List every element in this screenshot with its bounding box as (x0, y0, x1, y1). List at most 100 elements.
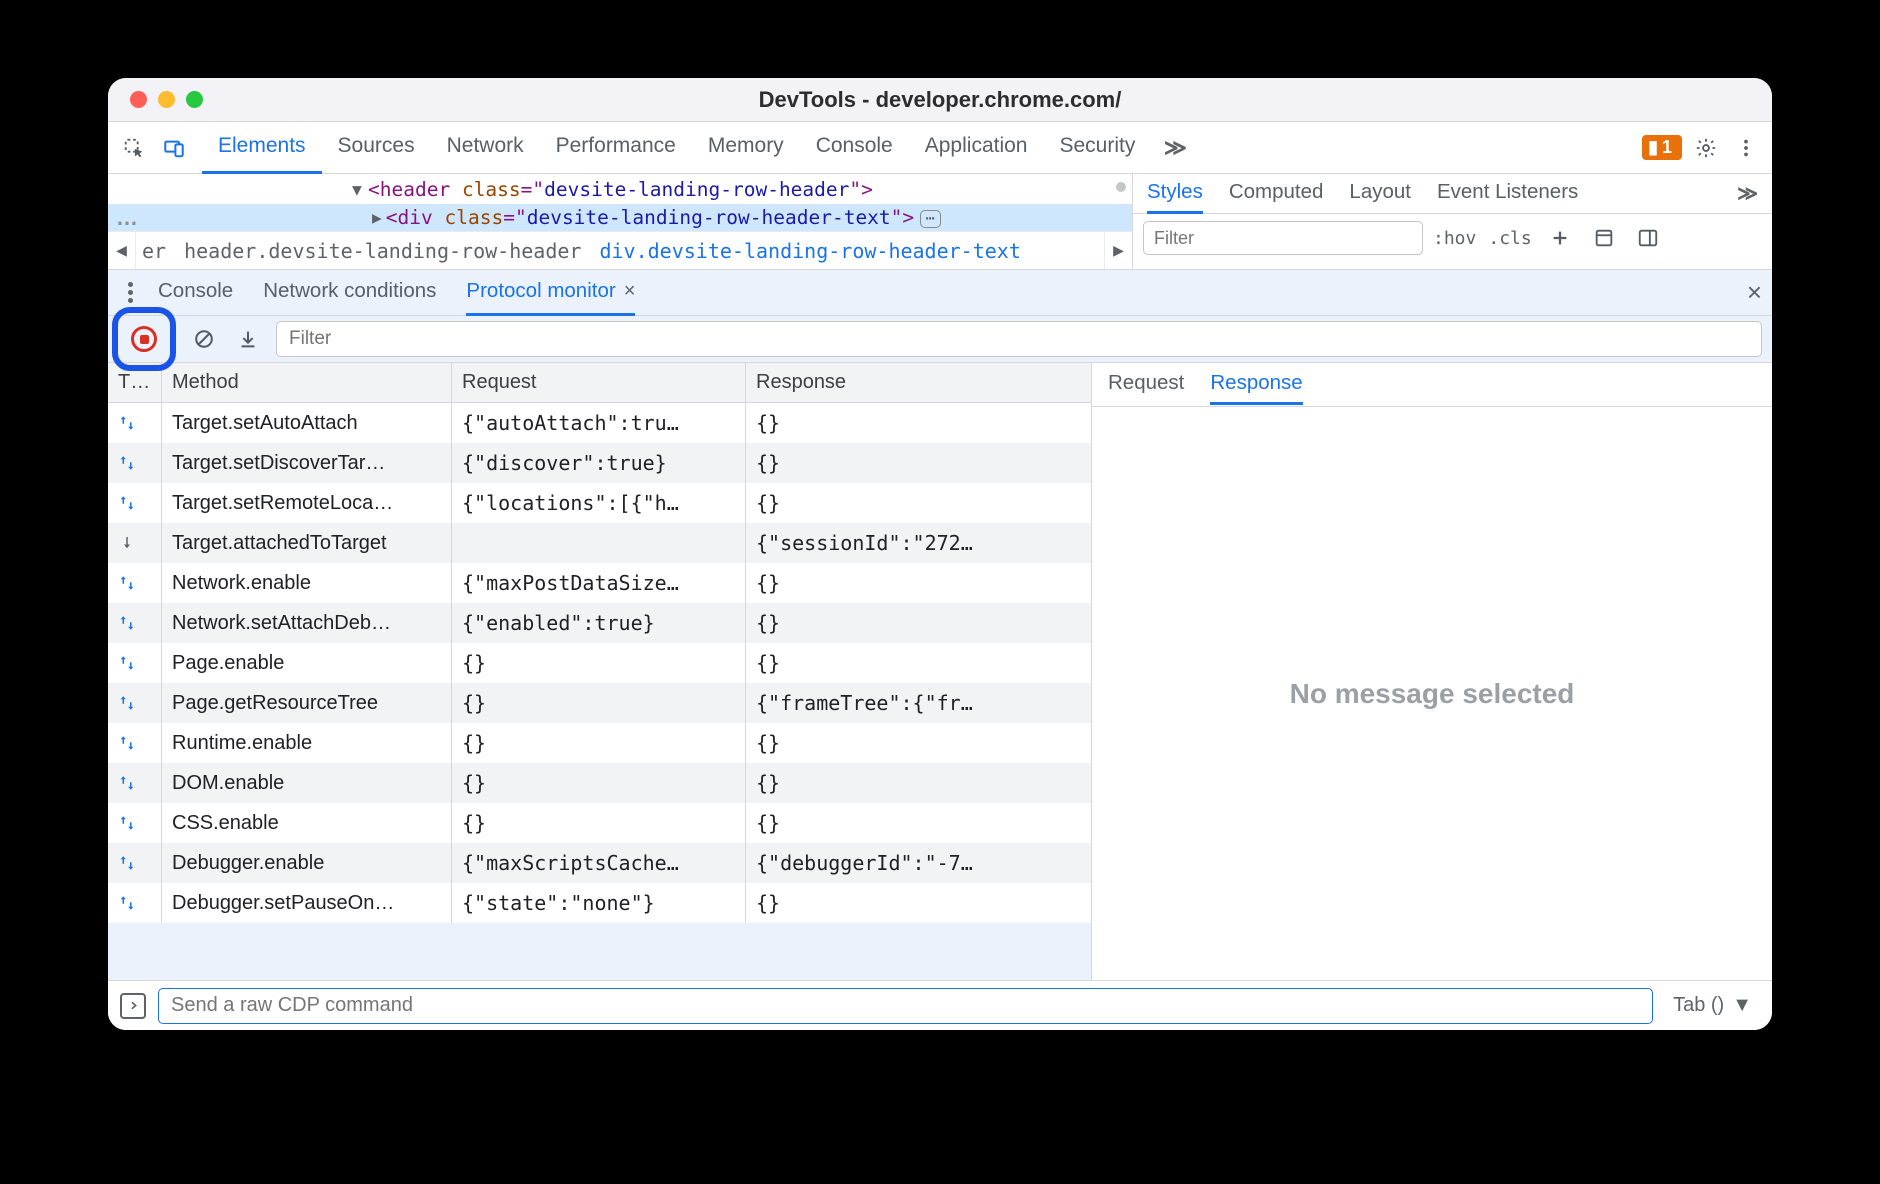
cell-request: {} (452, 683, 746, 723)
toggle-command-editor-icon[interactable] (120, 993, 146, 1019)
protocol-detail-pane: RequestResponse No message selected (1092, 363, 1772, 980)
issues-badge[interactable]: ▮1 (1642, 135, 1682, 160)
dom-ellipsis-icon[interactable]: … (116, 204, 138, 232)
cell-request (452, 523, 746, 563)
drawer-tab-network-conditions[interactable]: Network conditions (263, 270, 436, 316)
detail-tab-request[interactable]: Request (1108, 365, 1184, 405)
new-style-rule-icon[interactable] (1544, 222, 1576, 254)
table-row[interactable]: Target.setDiscoverTar…{"discover":true}{… (108, 443, 1091, 483)
cell-method: CSS.enable (162, 803, 452, 843)
table-row[interactable]: Runtime.enable{}{} (108, 723, 1091, 763)
table-row[interactable]: DOM.enable{}{} (108, 763, 1091, 803)
main-tab-security[interactable]: Security (1043, 122, 1151, 174)
cell-request: {} (452, 803, 746, 843)
cell-response: {} (746, 803, 1091, 843)
cell-method: Target.setRemoteLoca… (162, 483, 452, 523)
scroll-into-view-icon[interactable]: ⋯ (920, 210, 941, 228)
styles-tab-layout[interactable]: Layout (1349, 174, 1411, 214)
cell-request: {"maxPostDataSize… (452, 563, 746, 603)
main-tab-console[interactable]: Console (800, 122, 909, 174)
table-row[interactable]: Page.getResourceTree{}{"frameTree":{"fr… (108, 683, 1091, 723)
cell-response: {"debuggerId":"-7… (746, 843, 1091, 883)
protocol-filter-input[interactable] (276, 321, 1762, 357)
cell-request: {"autoAttach":tru… (452, 403, 746, 443)
cell-response: {"frameTree":{"fr… (746, 683, 1091, 723)
hov-toggle[interactable]: :hov (1433, 228, 1476, 249)
toggle-sidebar-icon[interactable] (1632, 222, 1664, 254)
tabs-overflow-icon[interactable]: ≫ (1159, 132, 1191, 164)
expand-triangle-icon[interactable]: ▾ (352, 176, 362, 204)
table-row[interactable]: Page.enable{}{} (108, 643, 1091, 683)
table-row[interactable]: Target.setAutoAttach{"autoAttach":tru…{} (108, 403, 1091, 443)
arrow-up-down-icon (108, 643, 162, 683)
settings-icon[interactable] (1690, 132, 1722, 164)
main-tab-application[interactable]: Application (909, 122, 1044, 174)
computed-styles-icon[interactable] (1588, 222, 1620, 254)
cell-method: Target.attachedToTarget (162, 523, 452, 563)
table-row[interactable]: Network.enable{"maxPostDataSize…{} (108, 563, 1091, 603)
styles-tab-event-listeners[interactable]: Event Listeners (1437, 174, 1578, 214)
styles-sidebar: Styles Computed Layout Event Listeners ≫ :ho… (1132, 174, 1772, 269)
crumb-item[interactable]: div.devsite-landing-row-header-text (599, 239, 1020, 263)
cdp-command-bar: Tab ()▼ (108, 980, 1772, 1030)
detail-tab-response[interactable]: Response (1210, 365, 1302, 405)
breadcrumb: ◀ erheader.devsite-landing-row-headerdiv… (108, 231, 1132, 269)
cdp-command-input[interactable] (158, 988, 1653, 1024)
table-header: T… Method Request Response (108, 363, 1091, 403)
drawer-tab-protocol-monitor[interactable]: Protocol monitor× (466, 270, 635, 316)
arrow-down-icon (108, 523, 162, 563)
table-row[interactable]: Network.setAttachDeb…{"enabled":true}{} (108, 603, 1091, 643)
main-tab-sources[interactable]: Sources (322, 122, 431, 174)
scrollbar-thumb[interactable] (1116, 182, 1126, 192)
cell-response: {} (746, 883, 1091, 923)
col-request[interactable]: Request (452, 363, 746, 402)
main-tab-memory[interactable]: Memory (692, 122, 800, 174)
protocol-monitor-toolbar (108, 316, 1772, 362)
clear-icon[interactable] (188, 323, 220, 355)
arrow-up-down-icon (108, 763, 162, 803)
cls-toggle[interactable]: .cls (1488, 228, 1531, 249)
cell-method: Network.enable (162, 563, 452, 603)
drawer-tabstrip: ConsoleNetwork conditionsProtocol monito… (108, 270, 1772, 316)
save-icon[interactable] (232, 323, 264, 355)
device-toolbar-icon[interactable] (158, 132, 190, 164)
record-button-highlight (112, 307, 176, 371)
inspect-element-icon[interactable] (118, 132, 150, 164)
drawer-close-icon[interactable]: × (1747, 277, 1762, 308)
crumb-item[interactable]: header.devsite-landing-row-header (184, 239, 581, 263)
devtools-window: DevTools - developer.chrome.com/ Element… (108, 78, 1772, 1030)
table-row[interactable]: Debugger.enable{"maxScriptsCache…{"debug… (108, 843, 1091, 883)
window-title: DevTools - developer.chrome.com/ (108, 87, 1772, 113)
more-menu-icon[interactable] (1730, 132, 1762, 164)
table-row[interactable]: Debugger.setPauseOn…{"state":"none"}{} (108, 883, 1091, 923)
breadcrumb-scroll-right-icon[interactable]: ▶ (1104, 232, 1132, 270)
cell-method: Target.setAutoAttach (162, 403, 452, 443)
cell-method: Page.getResourceTree (162, 683, 452, 723)
tab-close-icon[interactable]: × (624, 280, 636, 303)
cdp-target-selector[interactable]: Tab ()▼ (1665, 994, 1760, 1017)
elements-dom-panel[interactable]: … ▾ <header class="devsite-landing-row-h… (108, 174, 1132, 269)
styles-filter-input[interactable] (1143, 221, 1423, 255)
arrow-up-down-icon (108, 803, 162, 843)
styles-tab-computed[interactable]: Computed (1229, 174, 1324, 214)
cell-request: {} (452, 763, 746, 803)
table-row[interactable]: Target.setRemoteLoca…{"locations":[{"h…{… (108, 483, 1091, 523)
expand-triangle-icon[interactable]: ▸ (372, 207, 382, 229)
main-tab-elements[interactable]: Elements (202, 122, 322, 174)
col-response[interactable]: Response (746, 363, 1091, 402)
cell-method: Target.setDiscoverTar… (162, 443, 452, 483)
styles-tab-styles[interactable]: Styles (1147, 174, 1203, 214)
breadcrumb-scroll-left-icon[interactable]: ◀ (108, 232, 136, 270)
main-tab-network[interactable]: Network (431, 122, 540, 174)
record-icon[interactable] (131, 326, 157, 352)
arrow-up-down-icon (108, 883, 162, 923)
styles-tabstrip: Styles Computed Layout Event Listeners ≫ (1133, 174, 1772, 214)
main-tab-performance[interactable]: Performance (540, 122, 692, 174)
table-row[interactable]: Target.attachedToTarget{"sessionId":"272… (108, 523, 1091, 563)
cell-request: {"maxScriptsCache… (452, 843, 746, 883)
styles-tabs-overflow-icon[interactable]: ≫ (1737, 181, 1758, 206)
table-row[interactable]: CSS.enable{}{} (108, 803, 1091, 843)
protocol-table[interactable]: T… Method Request Response Target.setAut… (108, 363, 1092, 980)
drawer-menu-icon[interactable] (118, 282, 142, 303)
col-method[interactable]: Method (162, 363, 452, 402)
